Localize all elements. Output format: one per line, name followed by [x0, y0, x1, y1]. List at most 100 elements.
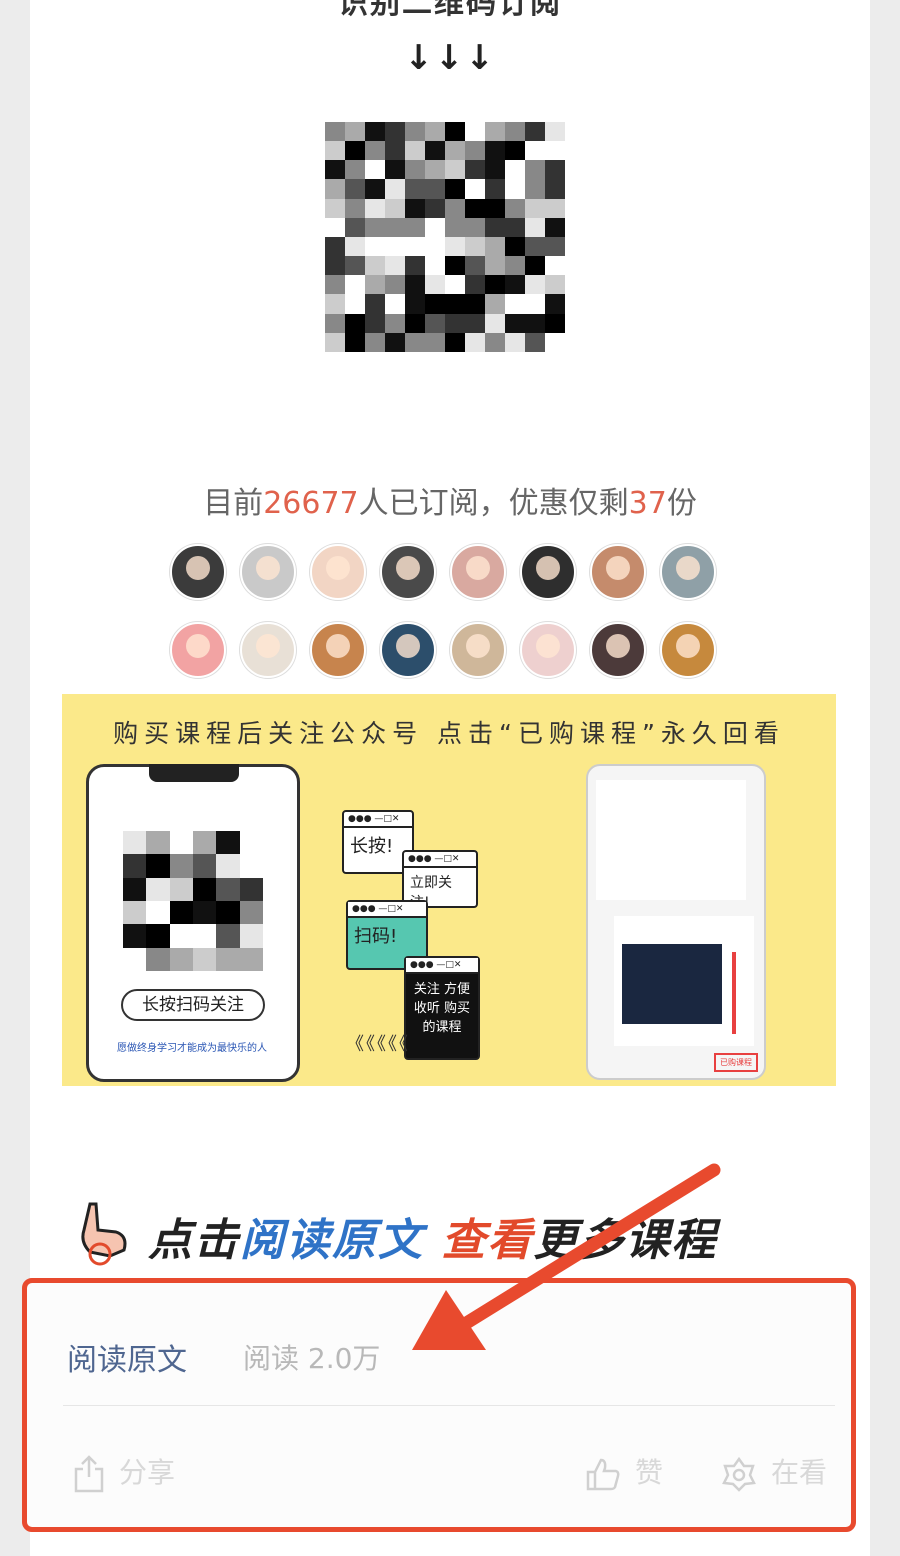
subscriber-avatar [660, 544, 716, 600]
qr-module [445, 217, 465, 237]
qr-module [325, 217, 345, 237]
like-button[interactable]: 赞 [585, 1451, 663, 1492]
qr-module [445, 141, 465, 161]
qr-module [345, 332, 365, 352]
qr-module [193, 901, 217, 925]
qr-module [325, 198, 345, 218]
bought-courses-tab[interactable]: 已购课程 [714, 1053, 758, 1072]
chat-bubble [596, 780, 746, 900]
qr-module [465, 122, 485, 142]
qr-module [169, 947, 193, 971]
qr-module [485, 160, 505, 180]
qr-module [365, 313, 385, 333]
subscriber-avatar [240, 622, 296, 678]
step-text-4: 关注 方便收听 购买的课程 [413, 982, 471, 1035]
qr-module [505, 179, 525, 199]
phone-tagline: 愿做终身学习才能成为最快乐的人 [117, 1043, 267, 1054]
qr-module [123, 877, 147, 901]
qr-module [385, 294, 405, 314]
watching-icon [722, 1456, 756, 1492]
qr-module [385, 217, 405, 237]
qr-module [405, 160, 425, 180]
qr-module [405, 122, 425, 142]
qr-module [345, 294, 365, 314]
avatar-row-2 [170, 622, 730, 678]
subscriber-count: 26677 [263, 486, 359, 521]
read-original-link[interactable]: 阅读原文 [67, 1335, 187, 1379]
qr-module [425, 275, 445, 295]
qr-module [123, 924, 147, 948]
qr-module [545, 256, 565, 276]
article-footer-highlight: 阅读原文 阅读 2.0万 分享 赞 在看 [22, 1278, 856, 1532]
watching-button[interactable]: 在看 [721, 1451, 827, 1492]
qr-module [365, 256, 385, 276]
qr-module [465, 160, 485, 180]
qr-module [385, 141, 405, 161]
qr-module [525, 275, 545, 295]
share-label: 分享 [119, 1456, 176, 1489]
qr-module [545, 217, 565, 237]
qr-module [465, 217, 485, 237]
subscriber-avatar [520, 544, 576, 600]
qr-module [425, 160, 445, 180]
qr-module [525, 256, 545, 276]
qr-module [545, 332, 565, 352]
qr-module [365, 122, 385, 142]
course-promo-banner[interactable]: 购买课程后关注公众号 点击“已购课程”永久回看 长按扫码关注 愿做终身学习才能成… [62, 694, 836, 1086]
qr-module [485, 122, 505, 142]
subscription-qr-code[interactable] [325, 122, 565, 352]
qr-module [239, 924, 263, 948]
qr-module [123, 831, 147, 855]
qr-module [365, 160, 385, 180]
qr-module [405, 332, 425, 352]
qr-module [545, 313, 565, 333]
subscriber-avatar [590, 622, 646, 678]
stats-prefix: 目前 [203, 486, 264, 521]
subscriber-avatar [380, 544, 436, 600]
qr-module [123, 947, 147, 971]
qr-module [405, 236, 425, 257]
subscriber-avatar [310, 544, 366, 600]
qr-module [345, 256, 365, 276]
read-original-cta[interactable]: 点击阅读原文 查看更多课程 [70, 1196, 830, 1266]
qr-module [345, 275, 365, 295]
qr-module [505, 256, 525, 276]
qr-module [525, 141, 545, 161]
qr-module [505, 332, 525, 352]
qr-module [445, 256, 465, 276]
qr-module [365, 217, 385, 237]
qr-module [365, 275, 385, 295]
stats-suffix: 份 [666, 486, 697, 521]
qr-module [465, 236, 485, 257]
cta-view: 查看 [441, 1215, 534, 1266]
qr-module [365, 236, 385, 257]
qr-module [445, 198, 465, 218]
banner-qr-code[interactable] [123, 831, 263, 971]
avatar-row-1 [170, 544, 730, 600]
qr-module [239, 831, 263, 855]
qr-module [485, 294, 505, 314]
qr-module [345, 217, 365, 237]
step-window-4: ●●● —□✕ 关注 方便收听 购买的课程 [404, 956, 480, 1060]
qr-module [385, 122, 405, 142]
qr-module [239, 947, 263, 971]
qr-module [485, 313, 505, 333]
window-bar: ●●● —□✕ [406, 958, 478, 974]
chevrons: 《《《《《 [346, 1034, 410, 1055]
qr-module [545, 294, 565, 314]
subscriber-avatar [590, 544, 646, 600]
subscriber-avatar [170, 544, 226, 600]
qr-module [239, 854, 263, 878]
qr-module [146, 854, 170, 878]
qr-module [505, 141, 525, 161]
qr-module [193, 854, 217, 878]
qr-module [425, 332, 445, 352]
qr-module [146, 831, 170, 855]
qr-module [216, 854, 240, 878]
qr-module [325, 256, 345, 276]
share-button[interactable]: 分享 [73, 1451, 175, 1493]
qr-module [405, 313, 425, 333]
qr-module [485, 275, 505, 295]
qr-module [525, 236, 545, 257]
qr-module [505, 313, 525, 333]
